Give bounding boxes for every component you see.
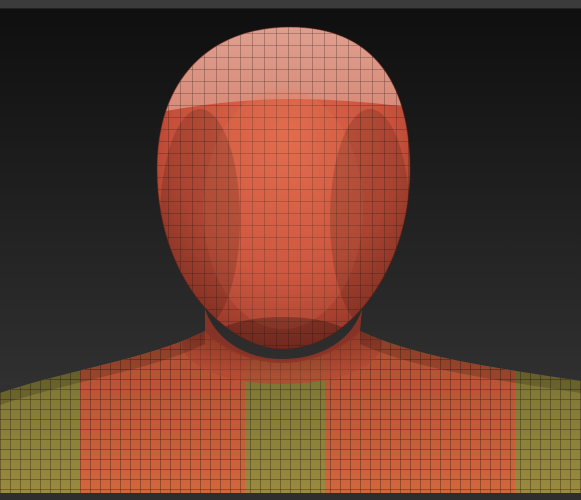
viewport-svg[interactable]: [0, 9, 581, 500]
zbrush-app: [0, 0, 581, 500]
top-menu-bar: [0, 0, 581, 9]
viewport-canvas[interactable]: [0, 9, 581, 500]
bottom-status-bar: [0, 493, 581, 500]
